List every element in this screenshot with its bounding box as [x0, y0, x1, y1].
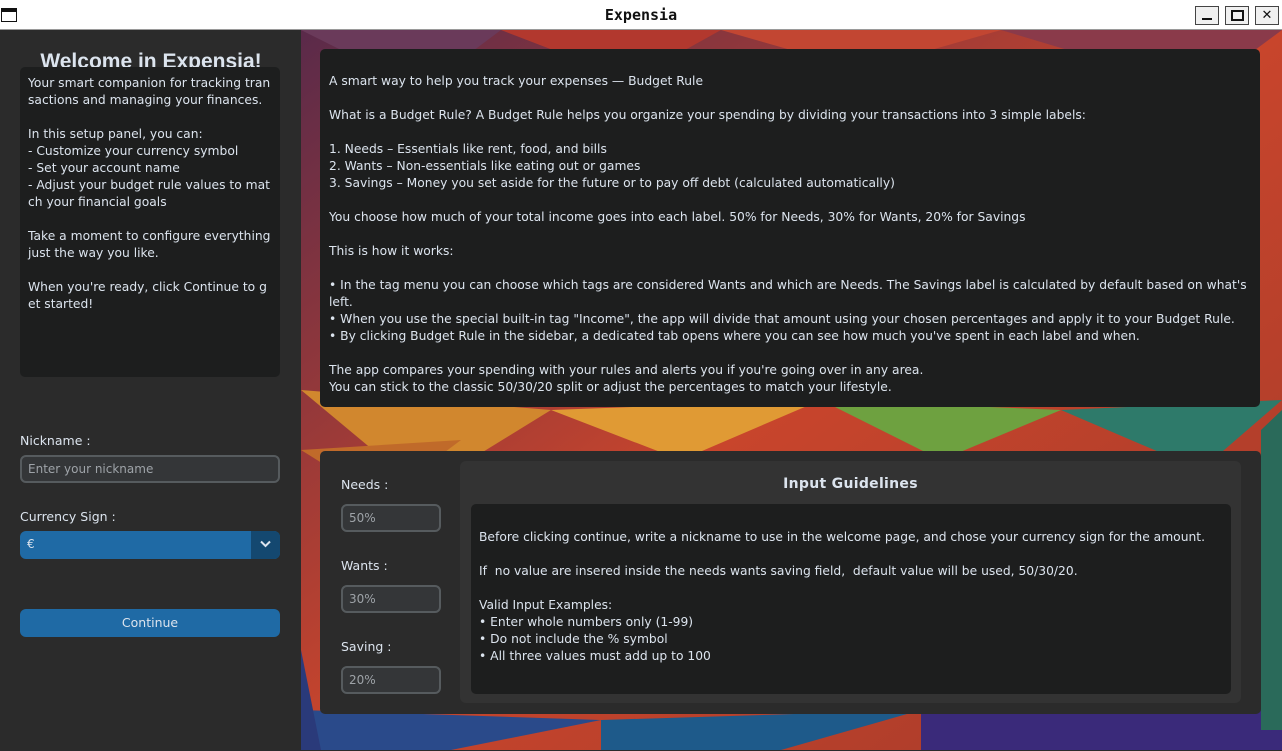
needs-input[interactable] [341, 504, 441, 532]
window-titlebar: Expensia ✕ [0, 0, 1282, 30]
currency-value: € [27, 537, 35, 551]
continue-button[interactable]: Continue [20, 609, 280, 637]
input-guidelines-textbox[interactable]: Before clicking continue, write a nickna… [471, 504, 1231, 694]
intro-textbox[interactable]: Your smart companion for tracking transa… [20, 67, 280, 377]
nickname-label: Nickname : [20, 433, 91, 448]
wants-input[interactable] [341, 585, 441, 613]
currency-dropdown-button[interactable] [251, 531, 280, 559]
chevron-down-icon [260, 540, 271, 548]
currency-select[interactable]: € [20, 531, 280, 559]
input-guidelines-title: Input Guidelines [783, 476, 918, 492]
nickname-input[interactable] [20, 455, 280, 483]
maximize-button[interactable] [1225, 6, 1249, 25]
saving-input[interactable] [341, 666, 441, 694]
needs-label: Needs : [341, 477, 389, 492]
close-button[interactable]: ✕ [1255, 6, 1279, 25]
budget-rule-info-textbox[interactable]: A smart way to help you track your expen… [320, 49, 1260, 407]
saving-label: Saving : [341, 639, 392, 654]
window-title: Expensia [604, 6, 678, 24]
minimize-icon [1202, 18, 1212, 20]
close-icon: ✕ [1261, 8, 1273, 23]
currency-label: Currency Sign : [20, 509, 116, 524]
wants-label: Wants : [341, 558, 388, 573]
minimize-button[interactable] [1195, 6, 1219, 25]
maximize-icon [1231, 10, 1244, 21]
